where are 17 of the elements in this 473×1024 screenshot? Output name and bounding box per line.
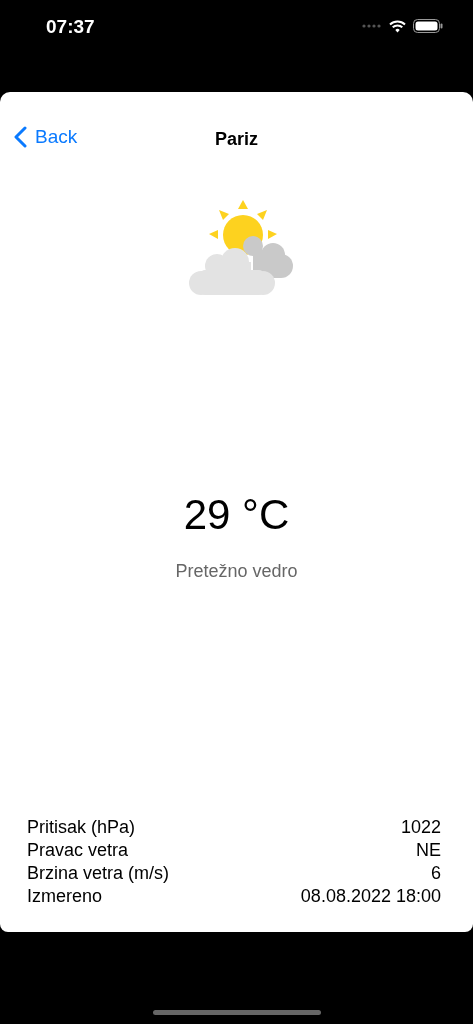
chevron-left-icon	[14, 126, 27, 148]
detail-value: NE	[416, 839, 441, 862]
detail-label: Pravac vetra	[27, 839, 129, 862]
weather-description: Pretežno vedro	[174, 561, 299, 582]
temperature: 29 °C	[182, 491, 291, 539]
back-button[interactable]: Back	[14, 126, 78, 148]
detail-label: Izmereno	[27, 885, 103, 908]
detail-value: 08.08.2022 18:00	[300, 885, 441, 908]
detail-label: Brzina vetra (m/s)	[27, 862, 170, 885]
detail-value: 1022	[400, 816, 441, 839]
battery-icon	[413, 19, 443, 33]
signal-icon	[362, 24, 382, 28]
detail-label: Pritisak (hPa)	[27, 816, 136, 839]
status-time: 07:37	[46, 16, 95, 38]
wifi-icon	[389, 19, 406, 33]
detail-value: 6	[431, 862, 441, 885]
nav-title: Pariz	[215, 128, 258, 150]
